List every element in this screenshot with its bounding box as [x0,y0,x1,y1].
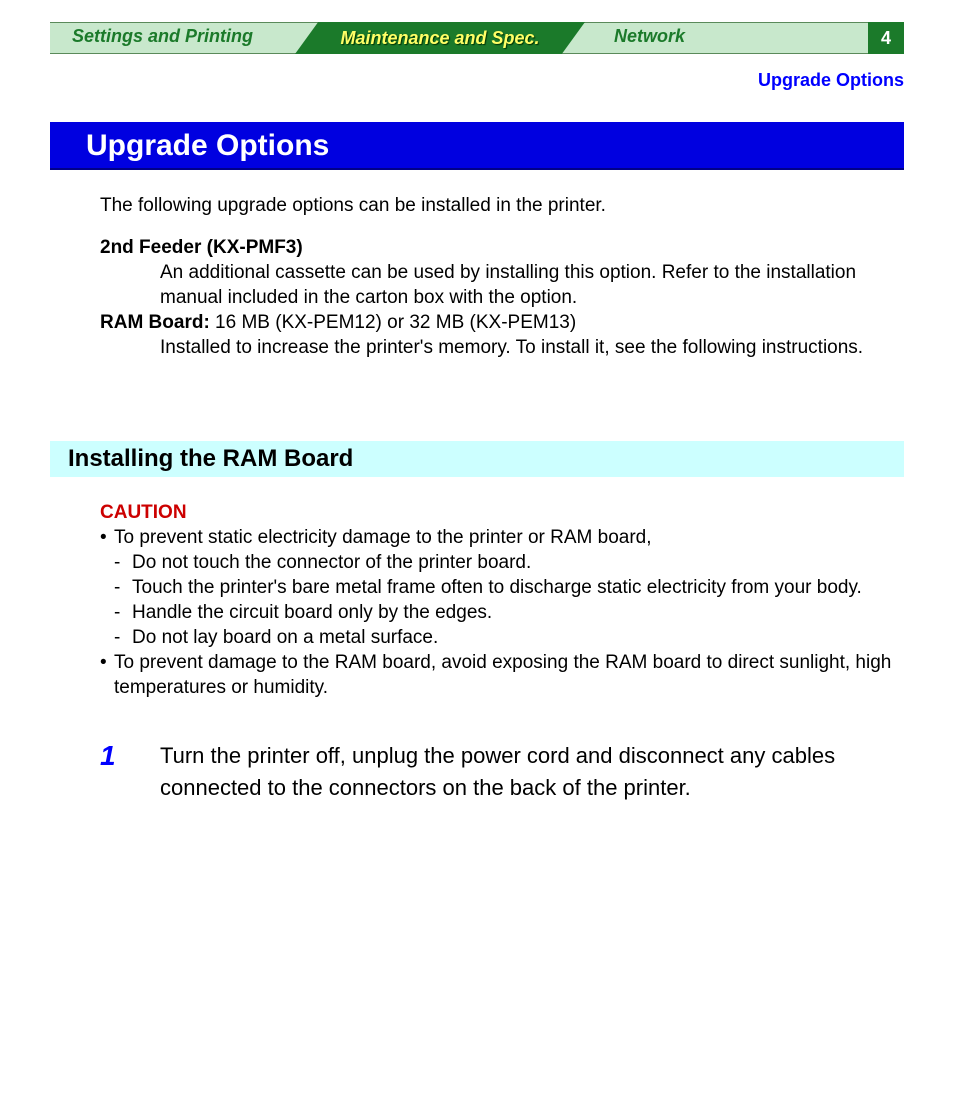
caution-dash-4: - Do not lay board on a metal surface. [100,625,905,650]
caution-bullet-1: • To prevent static electricity damage t… [100,525,905,550]
tab-maintenance-label: Maintenance and Spec. [295,22,585,54]
option-2nd-feeder-desc: An additional cassette can be used by in… [160,260,900,310]
tab-settings-and-printing[interactable]: Settings and Printing [72,26,253,47]
option-ram-board-spec: 16 MB (KX-PEM12) or 32 MB (KX-PEM13) [210,312,576,333]
step-1: 1 Turn the printer off, unplug the power… [100,740,900,804]
caution-dash-3: - Handle the circuit board only by the e… [100,600,905,625]
caution-dash-4-text: Do not lay board on a metal surface. [132,625,905,650]
caution-label: CAUTION [100,500,905,525]
tab-network[interactable]: Network [614,26,685,47]
tab-maintenance-and-spec[interactable]: Maintenance and Spec. [295,22,585,54]
caution-block: CAUTION • To prevent static electricity … [100,500,905,700]
step-1-number: 1 [100,740,160,772]
breadcrumb[interactable]: Upgrade Options [758,70,904,91]
options-list: 2nd Feeder (KX-PMF3) An additional casse… [100,235,900,360]
caution-bullet-1-text: To prevent static electricity damage to … [114,525,652,550]
page-title: Upgrade Options [50,122,904,170]
intro-paragraph: The following upgrade options can be ins… [100,195,900,217]
caution-dash-1: - Do not touch the connector of the prin… [100,550,905,575]
option-ram-board-label: RAM Board: [100,312,210,333]
option-ram-board-desc: Installed to increase the printer's memo… [160,335,900,360]
caution-dash-2: - Touch the printer's bare metal frame o… [100,575,905,600]
caution-bullet-2: • To prevent damage to the RAM board, av… [100,650,905,700]
dash-icon: - [114,625,132,650]
bullet-icon: • [100,650,114,700]
caution-dash-1-text: Do not touch the connector of the printe… [132,550,905,575]
section-heading-installing-ram: Installing the RAM Board [50,441,904,477]
step-1-text: Turn the printer off, unplug the power c… [160,740,900,804]
option-2nd-feeder: 2nd Feeder (KX-PMF3) [100,235,900,260]
page-number-badge: 4 [868,22,904,54]
option-2nd-feeder-label: 2nd Feeder (KX-PMF3) [100,237,303,258]
dash-icon: - [114,600,132,625]
caution-bullet-2-text: To prevent damage to the RAM board, avoi… [114,650,905,700]
option-ram-board: RAM Board: 16 MB (KX-PEM12) or 32 MB (KX… [100,310,900,335]
dash-icon: - [114,575,132,600]
caution-dash-2-text: Touch the printer's bare metal frame oft… [132,575,905,600]
bullet-icon: • [100,525,114,550]
dash-icon: - [114,550,132,575]
top-nav-bar: Settings and Printing Maintenance and Sp… [50,22,904,54]
caution-dash-3-text: Handle the circuit board only by the edg… [132,600,905,625]
